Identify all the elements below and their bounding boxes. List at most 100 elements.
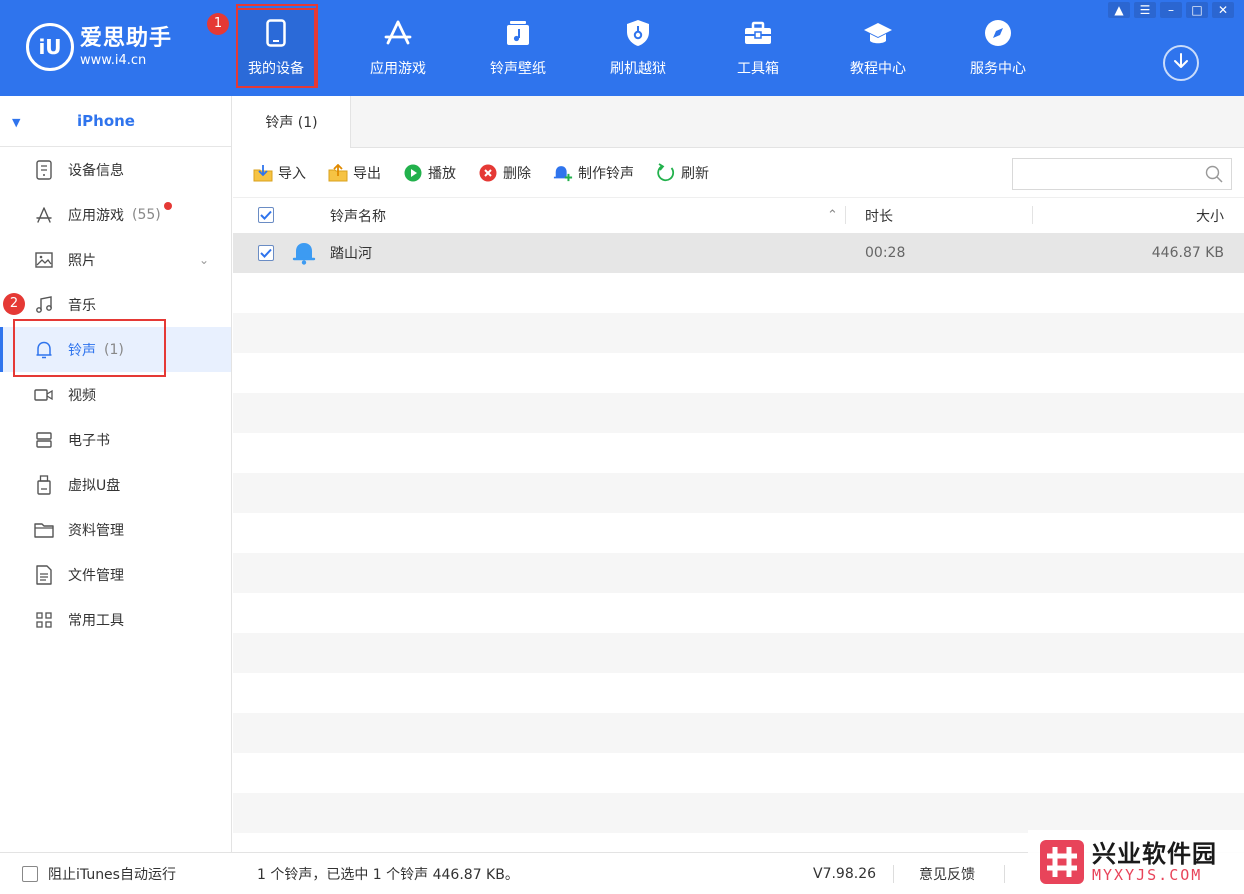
- sidebar-item-virtual-usb[interactable]: 虚拟U盘: [0, 462, 231, 507]
- export-button[interactable]: 导出: [328, 163, 381, 183]
- chevron-down-icon[interactable]: ⌄: [199, 253, 209, 267]
- empty-row: [233, 553, 1244, 593]
- delete-button[interactable]: 删除: [478, 163, 531, 183]
- refresh-icon: [656, 162, 676, 183]
- sidebar-item-device-info[interactable]: 设备信息: [0, 147, 231, 192]
- close-icon[interactable]: ✕: [1212, 2, 1234, 18]
- step-badge-2: 2: [3, 293, 25, 315]
- file-icon: [34, 564, 54, 585]
- shirt-icon[interactable]: ▲: [1108, 2, 1130, 18]
- column-header-name[interactable]: 铃声名称: [330, 206, 386, 226]
- ringtone-name: 踏山河: [330, 246, 372, 262]
- highlight-box-my-device: [236, 4, 318, 88]
- minimize-icon[interactable]: –: [1160, 2, 1182, 18]
- empty-row: [233, 793, 1244, 833]
- notification-dot: [164, 202, 172, 210]
- search-input[interactable]: [1012, 158, 1232, 190]
- bell-icon: [292, 233, 316, 273]
- app-store-icon: [383, 18, 413, 48]
- nav-ringtone-wallpaper[interactable]: 铃声壁纸: [478, 8, 558, 88]
- nav-apps-games[interactable]: 应用游戏: [358, 8, 438, 88]
- sidebar-item-file-management[interactable]: 文件管理: [0, 552, 231, 597]
- folder-icon: [34, 520, 54, 540]
- column-header-size[interactable]: 大小: [1196, 206, 1224, 226]
- empty-row: [233, 513, 1244, 553]
- hash-logo-icon: [1040, 840, 1084, 884]
- shield-key-icon: [623, 18, 653, 48]
- status-summary: 1 个铃声，已选中 1 个铃声 446.87 KB。: [257, 867, 519, 883]
- maximize-icon[interactable]: □: [1186, 2, 1208, 18]
- empty-row: [233, 353, 1244, 393]
- step-badge-1: 1: [207, 13, 229, 35]
- sidebar-item-ebook[interactable]: 电子书: [0, 417, 231, 462]
- menu-icon[interactable]: ☰: [1134, 2, 1156, 18]
- empty-row: [233, 593, 1244, 633]
- empty-row: [233, 393, 1244, 433]
- watermark: 兴业软件园 MYXYJS.COM: [1028, 830, 1244, 894]
- photo-icon: [34, 250, 54, 270]
- refresh-button[interactable]: 刷新: [656, 162, 709, 183]
- ringtone-duration: 00:28: [865, 245, 906, 261]
- block-itunes-checkbox[interactable]: [22, 866, 38, 882]
- select-all-checkbox[interactable]: [258, 207, 274, 223]
- device-name: iPhone: [77, 112, 135, 130]
- video-icon: [34, 385, 54, 405]
- play-button[interactable]: 播放: [403, 163, 456, 183]
- highlight-box-ringtones: [13, 319, 166, 377]
- graduation-cap-icon: [863, 18, 893, 48]
- nav-service-center[interactable]: 服务中心: [958, 8, 1038, 88]
- sidebar-item-video[interactable]: 视频: [0, 372, 231, 417]
- tab-ringtones[interactable]: 铃声 (1): [233, 96, 351, 148]
- arrow-down-icon: [1172, 52, 1190, 74]
- import-icon: [253, 163, 273, 183]
- apps-count: (55): [132, 206, 161, 223]
- sidebar: ▼ iPhone 设备信息 应用游戏 (55) 照片 ⌄ 音乐 铃声 (1) 视…: [0, 96, 232, 852]
- tab-bar: 铃声 (1): [233, 96, 1244, 148]
- device-header[interactable]: ▼ iPhone: [0, 96, 231, 147]
- music-note-icon: [34, 295, 54, 315]
- toolbox-icon: [743, 18, 773, 48]
- sort-up-icon[interactable]: ⌃: [827, 208, 838, 223]
- sidebar-item-photos[interactable]: 照片 ⌄: [0, 237, 231, 282]
- table-row[interactable]: 踏山河 00:28 446.87 KB: [233, 233, 1244, 273]
- sidebar-item-data-management[interactable]: 资料管理: [0, 507, 231, 552]
- status-divider: [1004, 865, 1005, 883]
- nav-flash-jailbreak[interactable]: 刷机越狱: [598, 8, 678, 88]
- download-button[interactable]: [1163, 45, 1199, 81]
- ebook-icon: [34, 430, 54, 450]
- watermark-cn: 兴业软件园: [1092, 839, 1217, 868]
- empty-row: [233, 753, 1244, 793]
- main-panel: 铃声 (1) 导入 导出 播放 删除 制作铃声 刷新 铃声名称 ⌃ 时长 大小 …: [233, 96, 1244, 852]
- usb-drive-icon: [34, 474, 54, 495]
- empty-row: [233, 673, 1244, 713]
- row-checkbox[interactable]: [258, 245, 274, 261]
- empty-row: [233, 473, 1244, 513]
- grid-icon: [34, 610, 54, 630]
- block-itunes-toggle[interactable]: 阻止iTunes自动运行: [22, 853, 176, 894]
- music-wallpaper-icon: [503, 18, 533, 48]
- top-bar: iU 爱思助手 www.i4.cn 我的设备 应用游戏 铃声壁纸 刷机越狱 工具…: [0, 0, 1244, 96]
- status-divider: [893, 865, 894, 883]
- compass-icon: [983, 18, 1013, 48]
- column-divider: [1032, 206, 1033, 224]
- import-button[interactable]: 导入: [253, 163, 306, 183]
- make-ringtone-button[interactable]: 制作铃声: [553, 163, 634, 183]
- sidebar-item-apps[interactable]: 应用游戏 (55): [0, 192, 231, 237]
- nav-toolbox[interactable]: 工具箱: [718, 8, 798, 88]
- column-divider: [845, 206, 846, 224]
- ringtone-size: 446.87 KB: [1151, 245, 1224, 261]
- device-info-icon: [34, 159, 54, 180]
- empty-row: [233, 713, 1244, 753]
- bell-plus-icon: [553, 163, 573, 183]
- feedback-link[interactable]: 意见反馈: [919, 853, 975, 894]
- empty-row: [233, 633, 1244, 673]
- column-header-duration[interactable]: 时长: [865, 206, 893, 226]
- empty-row: [233, 433, 1244, 473]
- nav-tutorials[interactable]: 教程中心: [838, 8, 918, 88]
- export-icon: [328, 163, 348, 183]
- app-url: www.i4.cn: [80, 52, 147, 68]
- sidebar-item-common-tools[interactable]: 常用工具: [0, 597, 231, 642]
- empty-row: [233, 313, 1244, 353]
- app-logo: iU 爱思助手 www.i4.cn: [26, 22, 206, 72]
- delete-icon: [478, 163, 498, 183]
